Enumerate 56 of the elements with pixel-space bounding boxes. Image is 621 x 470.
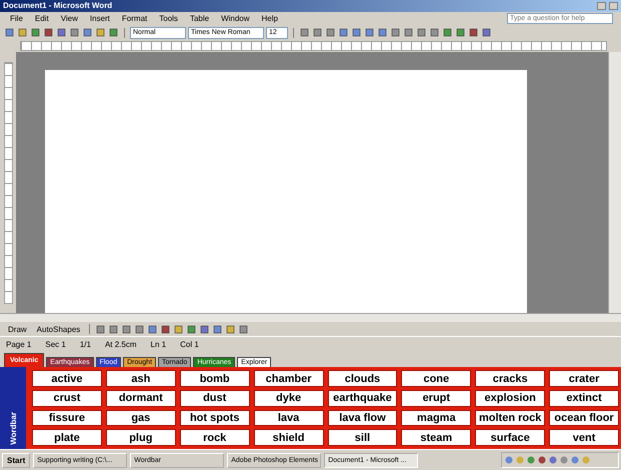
start-button[interactable]: Start <box>2 452 30 468</box>
word-button[interactable]: clouds <box>328 370 398 387</box>
vertical-scrollbar[interactable] <box>608 52 621 314</box>
menu-item[interactable]: Window <box>219 14 252 24</box>
menu-item[interactable]: Help <box>260 14 280 24</box>
status-text: At 2.5cm <box>104 340 137 349</box>
menu-item[interactable]: Tools <box>157 14 180 24</box>
word-button[interactable]: erupt <box>401 390 472 407</box>
status-text: Col 1 <box>180 340 199 349</box>
menu-item[interactable]: Table <box>188 14 212 24</box>
draw-menu[interactable]: AutoShapes <box>32 324 84 334</box>
menu-item[interactable]: Edit <box>32 14 51 24</box>
word-button[interactable]: rock <box>180 429 250 446</box>
horizontal-scrollbar[interactable] <box>0 313 621 322</box>
status-text: Sec 1 <box>45 340 66 349</box>
word-button[interactable]: dust <box>180 390 250 407</box>
word-button[interactable]: molten rock <box>475 410 546 426</box>
word-button[interactable]: earthquake <box>328 390 398 407</box>
word-button[interactable]: lava <box>254 410 324 426</box>
status-text: Ln 1 <box>150 340 166 349</box>
word-button[interactable]: bomb <box>180 370 250 387</box>
word-button[interactable]: active <box>32 370 102 387</box>
word-button[interactable]: extinct <box>549 390 619 407</box>
word-button[interactable]: magma <box>401 410 472 426</box>
close-button[interactable] <box>609 2 618 10</box>
word-button[interactable]: lava flow <box>328 410 398 426</box>
menu-item[interactable]: Insert <box>88 14 112 24</box>
word-button[interactable]: sill <box>328 429 398 446</box>
word-button[interactable]: ash <box>106 370 176 387</box>
word-button[interactable]: cracks <box>475 370 546 387</box>
word-button[interactable]: plug <box>106 429 176 446</box>
word-button[interactable]: surface <box>475 429 546 446</box>
menu-item[interactable]: File <box>8 14 25 24</box>
word-button[interactable]: crater <box>549 370 619 387</box>
word-button[interactable]: steam <box>401 429 472 446</box>
word-button[interactable]: shield <box>254 429 324 446</box>
word-button[interactable]: vent <box>549 429 619 446</box>
word-button[interactable]: cone <box>401 370 472 387</box>
word-button[interactable]: chamber <box>254 370 324 387</box>
word-button[interactable]: dyke <box>254 390 324 407</box>
word-button[interactable]: explosion <box>475 390 546 407</box>
word-button[interactable]: hot spots <box>180 410 250 426</box>
draw-menu[interactable]: Draw <box>4 324 31 334</box>
word-button[interactable]: ocean floor <box>549 410 619 426</box>
word-button[interactable]: gas <box>106 410 176 426</box>
menu-item[interactable]: View <box>58 14 80 24</box>
word-button[interactable]: plate <box>32 429 102 446</box>
word-button[interactable]: fissure <box>32 410 102 426</box>
menu-item[interactable]: Format <box>120 14 150 24</box>
sidebar-title: Wordbar <box>8 412 18 446</box>
word-button[interactable]: dormant <box>106 390 176 407</box>
status-text: 1/1 <box>80 340 91 349</box>
word-button[interactable]: crust <box>32 390 102 407</box>
window-title: Document1 - Microsoft Word <box>3 1 114 10</box>
minimize-button[interactable] <box>597 2 606 10</box>
status-text: Page 1 <box>6 340 32 349</box>
